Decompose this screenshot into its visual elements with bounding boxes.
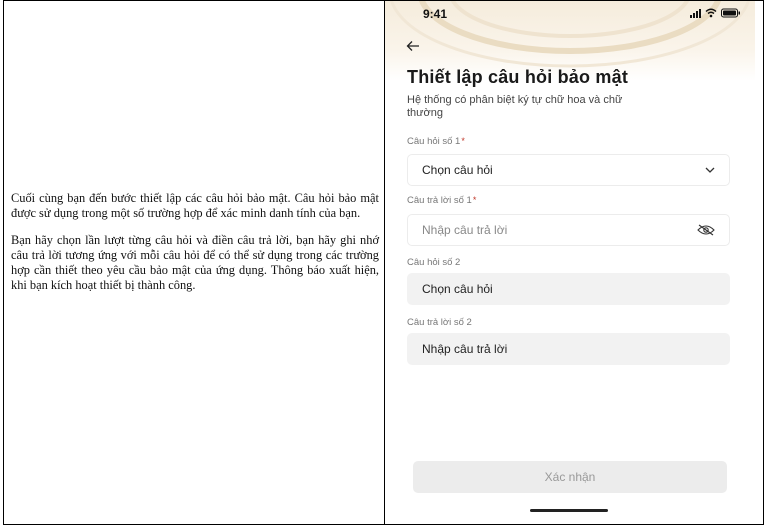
question-1-label: Câu hỏi số 1* (407, 136, 465, 147)
chevron-down-icon (705, 167, 715, 173)
page-title: Thiết lập câu hỏi bảo mật (407, 67, 629, 87)
signal-icon (690, 8, 701, 18)
instruction-paragraph-2: Bạn hãy chọn lần lượt từng câu hỏi và đi… (11, 233, 379, 292)
confirm-button[interactable]: Xác nhận (413, 461, 727, 493)
answer-2-value: Nhập câu trả lời (422, 342, 508, 356)
instruction-cell: Cuối cùng bạn đến bước thiết lập các câu… (8, 1, 380, 524)
back-arrow-icon[interactable] (406, 39, 420, 57)
question-2-select[interactable]: Chọn câu hỏi (407, 273, 730, 305)
instruction-text: Cuối cùng bạn đến bước thiết lập các câu… (11, 191, 379, 305)
eye-off-icon[interactable] (697, 224, 715, 236)
question-1-value: Chọn câu hỏi (422, 163, 493, 177)
answer-1-input[interactable]: Nhập câu trả lời (407, 214, 730, 246)
wifi-icon (705, 8, 717, 18)
answer-1-label: Câu trả lời số 1* (407, 195, 477, 206)
page-subtitle: Hệ thống có phân biệt ký tự chữ hoa và c… (407, 94, 623, 119)
instruction-paragraph-1: Cuối cùng bạn đến bước thiết lập các câu… (11, 191, 379, 220)
home-indicator (530, 509, 608, 512)
answer-2-input[interactable]: Nhập câu trả lời (407, 333, 730, 365)
question-2-value: Chọn câu hỏi (422, 282, 493, 296)
phone-screenshot: 9:41 Thiết lập câu hỏi bảo mật Hệ thống … (385, 1, 755, 523)
answer-1-placeholder: Nhập câu trả lời (422, 223, 508, 237)
question-1-select[interactable]: Chọn câu hỏi (407, 154, 730, 186)
question-2-label: Câu hỏi số 2 (407, 257, 461, 268)
answer-2-label: Câu trả lời số 2 (407, 317, 472, 328)
status-icons (690, 8, 741, 18)
battery-icon (721, 8, 740, 18)
status-time: 9:41 (423, 7, 448, 21)
